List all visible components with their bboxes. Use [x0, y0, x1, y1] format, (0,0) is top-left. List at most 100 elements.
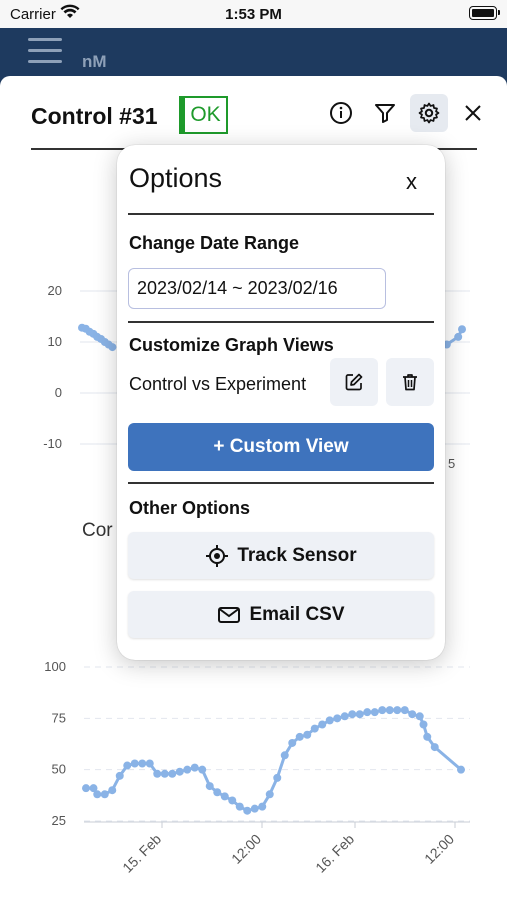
data-point — [190, 763, 199, 772]
chart-title: Cor — [82, 520, 113, 541]
data-point — [220, 792, 229, 801]
data-point — [175, 767, 184, 776]
clock: 1:53 PM — [225, 6, 282, 23]
status-badge: OK — [179, 96, 228, 134]
data-point — [108, 786, 117, 795]
divider — [128, 482, 434, 484]
page-title: Control #31 — [31, 103, 158, 129]
data-point — [370, 708, 379, 717]
data-point — [228, 796, 237, 805]
data-point — [160, 769, 169, 778]
y-tick-label: 20 — [48, 283, 62, 298]
x-tick-label: 12:00 — [421, 831, 457, 867]
divider — [128, 213, 434, 215]
data-point — [325, 716, 334, 725]
data-point — [183, 765, 192, 774]
y-tick-label: 0 — [55, 385, 62, 400]
data-point — [168, 769, 177, 778]
x-tick-label: 12:00 — [228, 831, 264, 867]
delete-view-button[interactable] — [386, 358, 434, 406]
crosshair-icon — [206, 544, 229, 567]
graph-view-name[interactable]: Control vs Experiment — [129, 374, 306, 395]
data-point — [273, 773, 282, 782]
data-point — [378, 706, 387, 715]
battery-icon — [469, 6, 500, 20]
data-point — [454, 332, 463, 341]
add-custom-view-button[interactable]: + Custom View — [128, 423, 434, 471]
date-range-heading: Change Date Range — [129, 233, 300, 253]
data-point — [213, 788, 222, 797]
date-range-input[interactable]: 2023/02/14 ~ 2023/02/16 — [128, 268, 386, 309]
data-point — [138, 759, 147, 768]
data-point — [400, 706, 409, 715]
x-tick-label: 16. Feb — [312, 831, 357, 876]
graph-views-heading: Customize Graph Views — [129, 335, 334, 355]
y-tick-label: 50 — [52, 762, 66, 777]
filter-icon[interactable] — [366, 94, 404, 132]
data-point — [340, 712, 349, 721]
popover-title: Options — [129, 163, 223, 193]
data-point — [265, 790, 274, 799]
data-point — [93, 790, 102, 799]
track-sensor-label: Track Sensor — [237, 544, 357, 566]
data-point — [393, 706, 402, 715]
data-point — [82, 784, 90, 793]
data-point — [123, 761, 132, 770]
data-point — [318, 720, 327, 729]
data-point — [310, 724, 319, 733]
data-point — [419, 720, 428, 729]
data-point — [130, 759, 139, 768]
data-point — [295, 732, 304, 741]
data-point — [205, 782, 214, 791]
x-tick-fragment: 5 — [448, 456, 455, 471]
info-icon[interactable] — [322, 94, 360, 132]
data-point — [458, 325, 466, 334]
data-point — [280, 751, 289, 760]
data-point — [408, 710, 417, 719]
close-icon[interactable] — [454, 94, 492, 132]
y-tick-label: 75 — [52, 710, 66, 725]
mail-icon — [218, 606, 241, 623]
data-point — [258, 802, 267, 811]
y-tick-label: 10 — [48, 334, 62, 349]
status-bar: Carrier 1:53 PM — [0, 0, 507, 28]
track-sensor-button[interactable]: Track Sensor — [128, 532, 434, 579]
data-point — [457, 765, 465, 774]
divider — [128, 321, 434, 323]
data-point — [243, 806, 252, 815]
data-point — [288, 738, 297, 747]
data-point — [430, 743, 439, 752]
data-point — [363, 708, 372, 717]
y-tick-label: 25 — [52, 813, 66, 828]
edit-view-button[interactable] — [330, 358, 378, 406]
data-point — [303, 730, 312, 739]
data-point — [355, 710, 364, 719]
data-point — [145, 759, 154, 768]
email-csv-button[interactable]: Email CSV — [128, 591, 434, 638]
y-tick-label: -10 — [43, 436, 62, 451]
other-options-heading: Other Options — [129, 498, 250, 518]
data-point — [415, 712, 424, 721]
trash-icon — [403, 374, 417, 391]
bottom-chart: 100 75 50 25 15. Feb 12:00 16. Feb 12:00 — [44, 659, 470, 876]
options-popover: Options x Change Date Range 2023/02/14 ~… — [117, 145, 445, 660]
menu-icon[interactable] — [28, 38, 62, 64]
data-point — [385, 706, 394, 715]
x-tick-label: 15. Feb — [119, 831, 164, 876]
edit-icon — [345, 373, 363, 391]
data-point — [348, 710, 357, 719]
data-point — [100, 790, 109, 799]
gear-icon[interactable] — [410, 94, 448, 132]
email-csv-label: Email CSV — [249, 603, 345, 625]
data-point — [250, 804, 259, 813]
data-point — [333, 714, 342, 723]
y-tick-label: 100 — [44, 659, 66, 674]
popover-close-button[interactable]: x — [406, 169, 417, 195]
data-point — [108, 343, 117, 352]
data-point — [115, 771, 124, 780]
data-point — [423, 732, 432, 741]
header-unit: nM — [82, 52, 107, 71]
data-point — [198, 765, 207, 774]
data-point — [153, 769, 162, 778]
data-point — [235, 802, 244, 811]
